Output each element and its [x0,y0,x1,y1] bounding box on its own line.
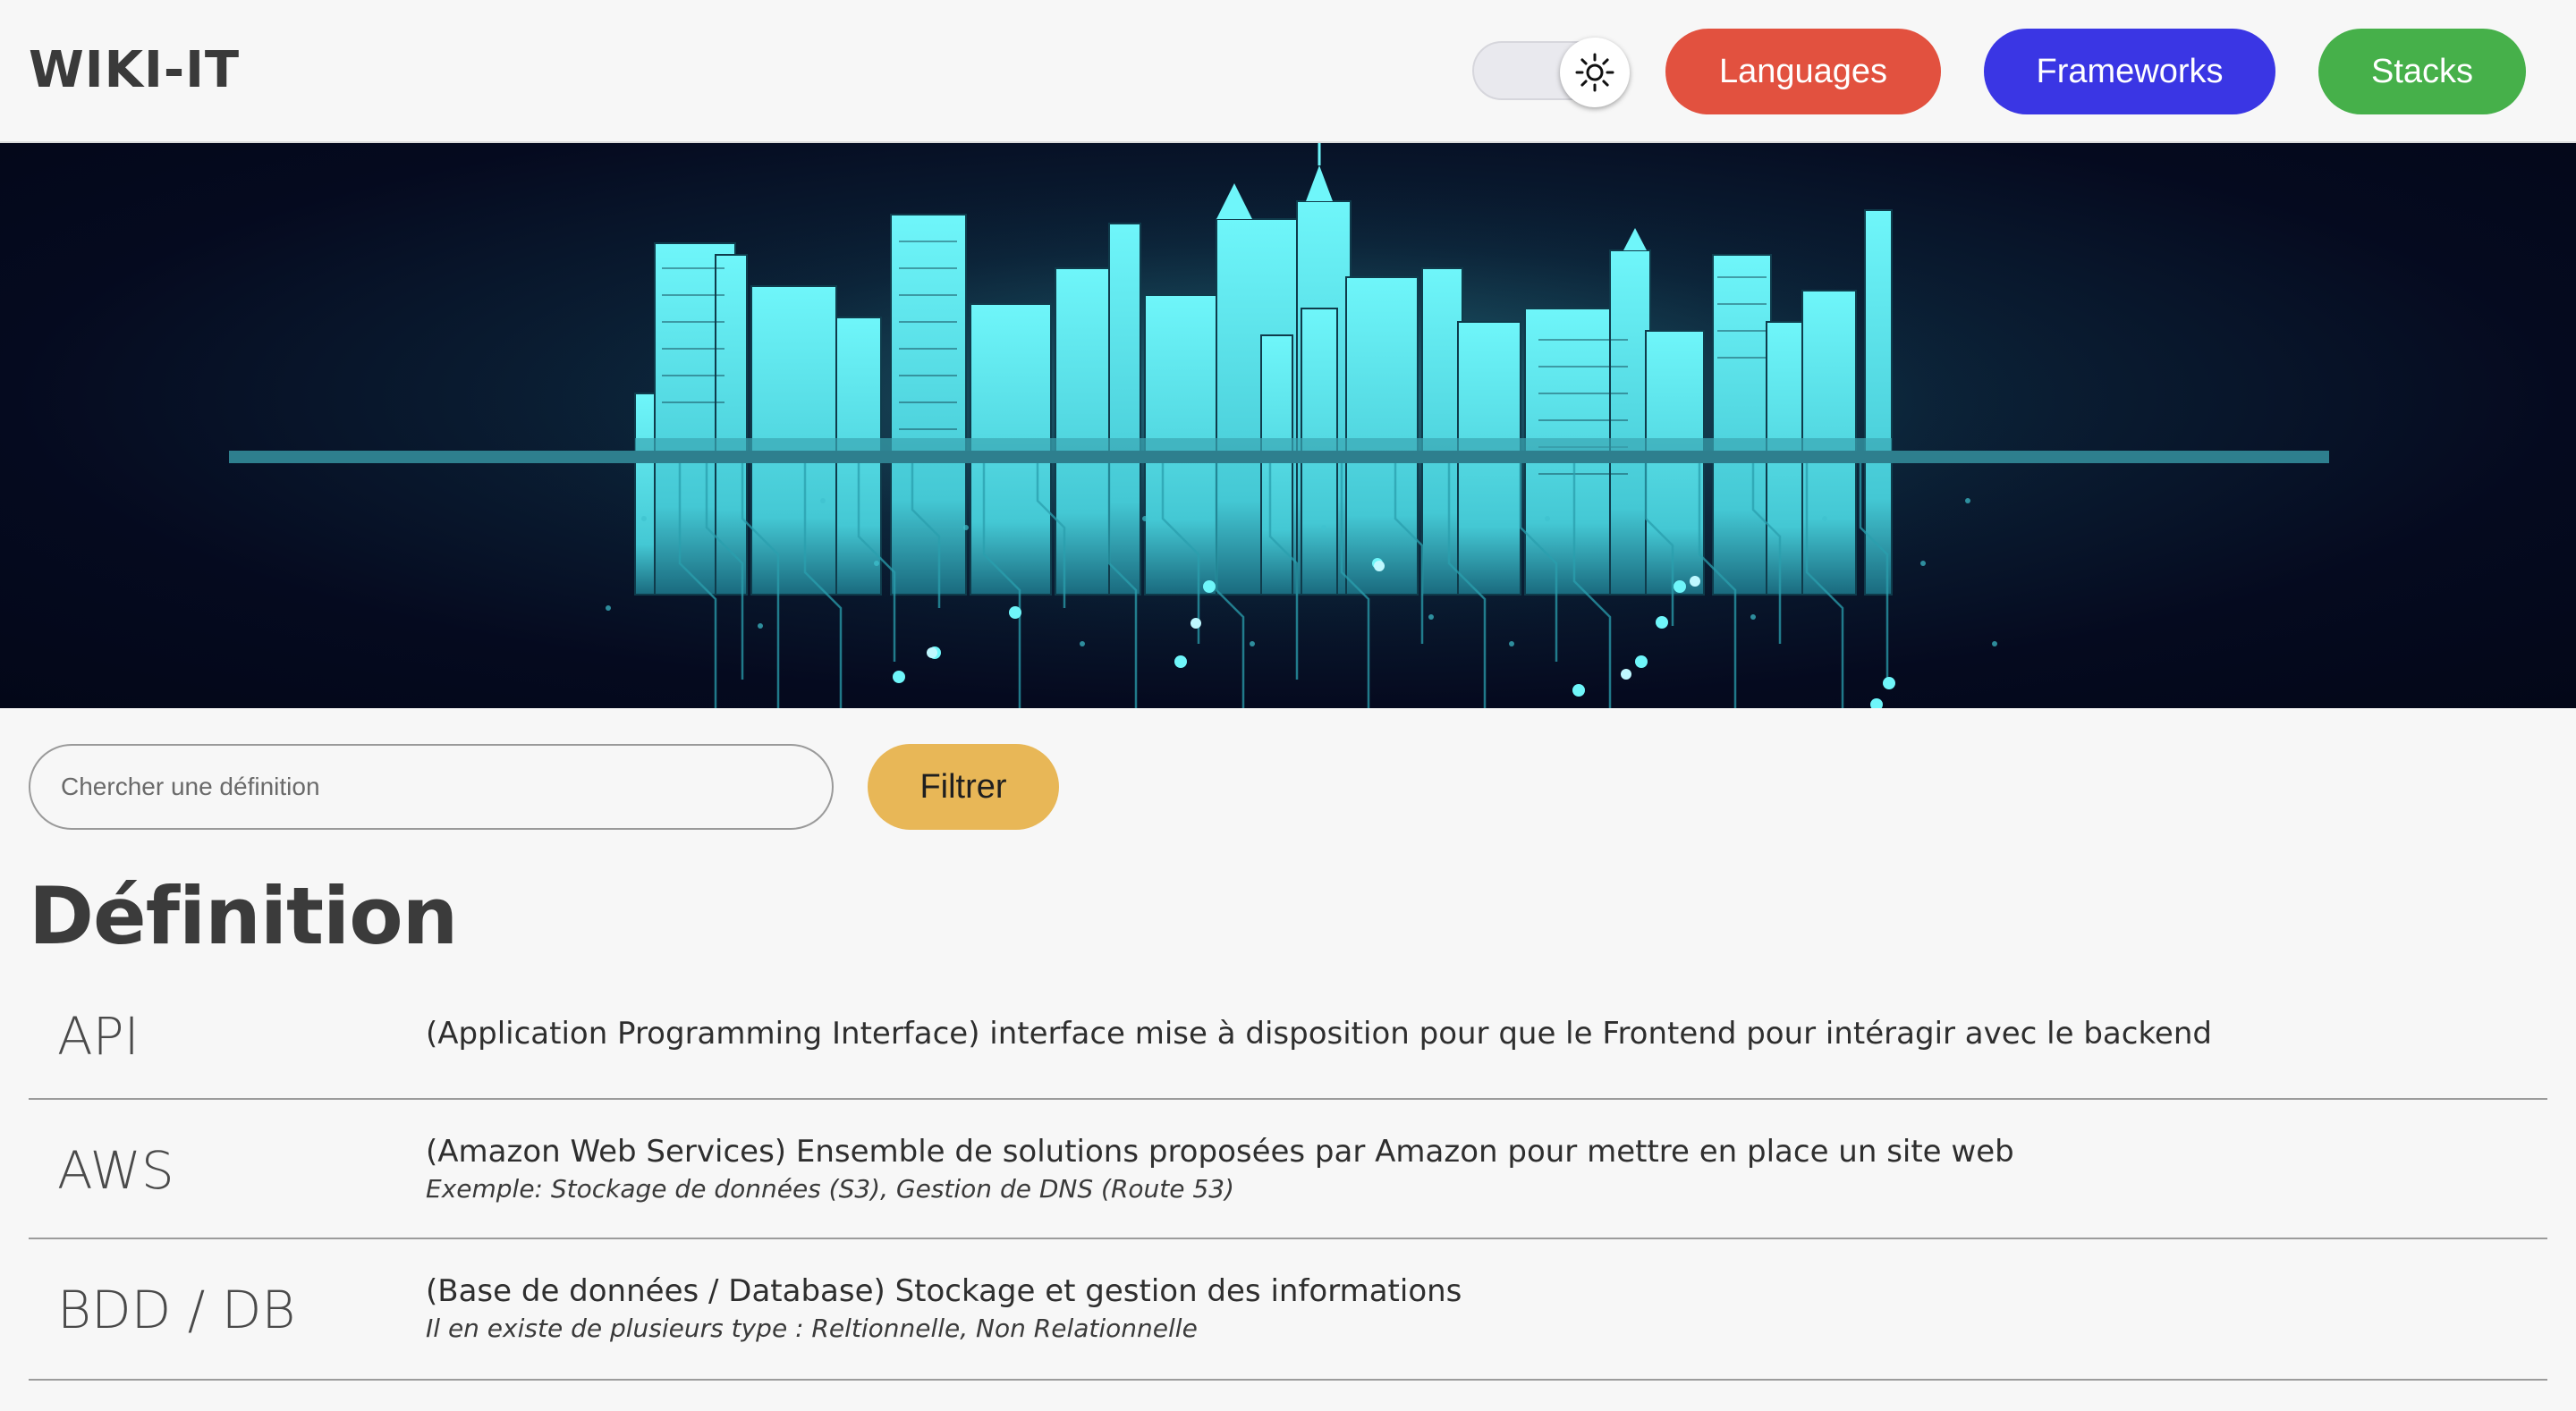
definition-term: BDD / DB [57,1280,296,1340]
definition-description: (Base de données / Database) Stockage et… [426,1273,1462,1309]
theme-toggle[interactable] [1472,38,1630,107]
site-logo[interactable]: WIKI-IT [29,39,240,102]
city-circuit-illustration [229,143,2329,708]
definition-row: API (Application Programming Interface) … [29,982,2547,1100]
definition-row: AWS (Amazon Web Services) Ensemble de so… [29,1100,2547,1239]
toggle-knob[interactable] [1560,38,1630,107]
definition-term: AWS [57,1140,174,1201]
definition-example: Il en existe de plusieurs type : Reltion… [426,1314,1198,1343]
filter-button[interactable]: Filtrer [868,744,1059,830]
definition-description: (Amazon Web Services) Ensemble de soluti… [426,1134,2014,1170]
search-input[interactable] [29,744,834,830]
nav-frameworks-button[interactable]: Frameworks [1984,29,2275,114]
site-header: WIKI-IT Languages Frameworks Stacks [0,0,2576,143]
definition-row: BDD / DB (Base de données / Database) St… [29,1239,2547,1381]
sun-icon [1575,53,1614,92]
nav-stacks-button[interactable]: Stacks [2318,29,2526,114]
page-title: Définition [29,870,458,962]
definition-term: API [57,1006,140,1067]
hero-banner [0,143,2576,708]
nav-languages-button[interactable]: Languages [1665,29,1941,114]
definition-description: (Application Programming Interface) inte… [426,1016,2212,1052]
definition-example: Exemple: Stockage de données (S3), Gesti… [426,1174,1234,1204]
